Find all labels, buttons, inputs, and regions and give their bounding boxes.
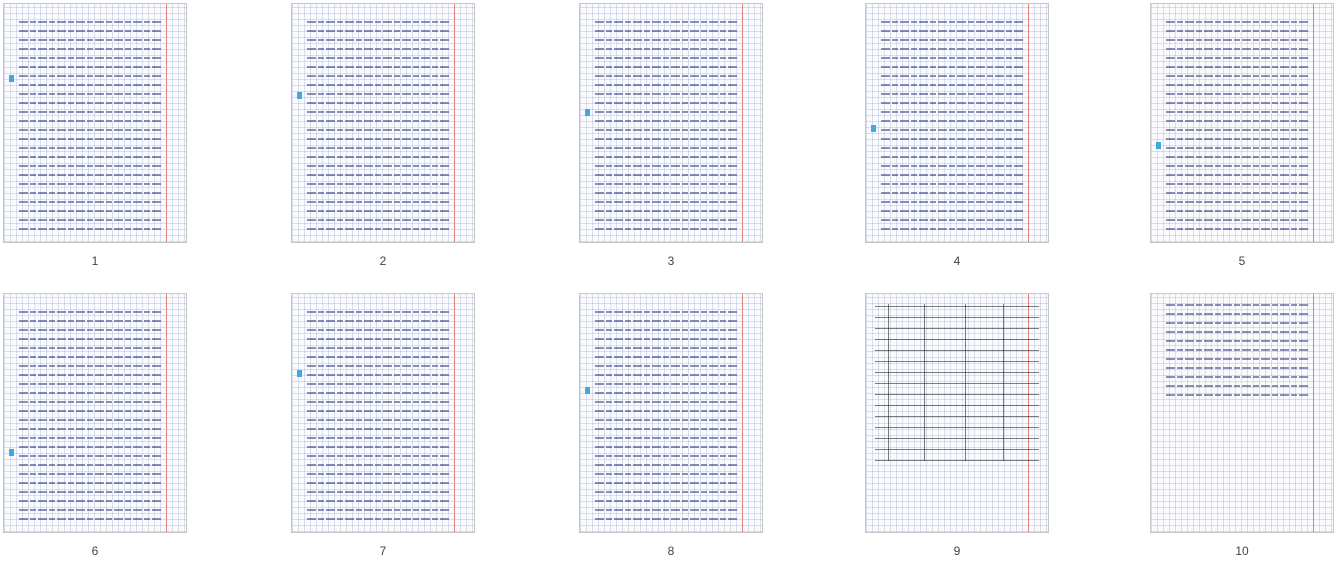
highlight-mark [871,125,877,133]
page-thumbnail-cell[interactable]: 3 [579,3,763,268]
handwritten-notes [875,303,1039,461]
page-thumbnail-cell[interactable]: 4 [865,3,1049,268]
page-thumbnail-cell[interactable]: 6 [3,293,187,558]
page-thumbnail-cell[interactable]: 1 [3,3,187,268]
handwritten-notes [1165,303,1308,402]
highlight-mark [297,92,303,100]
page-thumbnail[interactable] [865,3,1049,243]
page-thumbnail-cell[interactable]: 7 [291,293,475,558]
page-number: 9 [953,544,961,558]
highlight-mark [297,370,303,378]
highlight-mark [1156,142,1162,150]
page-thumbnail[interactable] [291,3,475,243]
page-number: 5 [1238,254,1246,268]
page-thumbnail[interactable] [3,3,187,243]
highlight-mark [9,448,15,456]
page-thumbnail[interactable] [579,293,763,533]
page-thumbnail-cell[interactable]: 10 [1150,293,1334,558]
page-thumbnail-cell[interactable]: 5 [1150,3,1334,268]
page-thumbnail[interactable] [1150,293,1334,533]
page-number: 6 [91,544,99,558]
handwritten-notes [1165,13,1308,235]
handwritten-notes [594,13,737,235]
page-number: 10 [1235,544,1249,558]
page-thumbnail[interactable] [865,293,1049,533]
page-thumbnail-cell[interactable]: 9 [865,293,1049,558]
highlight-mark [585,386,591,394]
page-number: 8 [667,544,675,558]
handwritten-notes [306,13,449,235]
page-number: 7 [379,544,387,558]
page-number: 3 [667,254,675,268]
handwritten-notes [18,303,161,525]
handwritten-notes [306,303,449,525]
page-thumbnail[interactable] [291,293,475,533]
page-thumbnail-cell[interactable]: 8 [579,293,763,558]
highlight-mark [9,75,15,83]
handwritten-notes [880,13,1023,235]
highlight-mark [585,108,591,116]
page-thumbnail-cell[interactable]: 2 [291,3,475,268]
page-thumbnail[interactable] [579,3,763,243]
page-thumbnail[interactable] [1150,3,1334,243]
handwritten-notes [594,303,737,525]
page-number: 1 [91,254,99,268]
page-thumbnail[interactable] [3,293,187,533]
page-number: 4 [953,254,961,268]
page-number: 2 [379,254,387,268]
handwritten-notes [18,13,161,235]
